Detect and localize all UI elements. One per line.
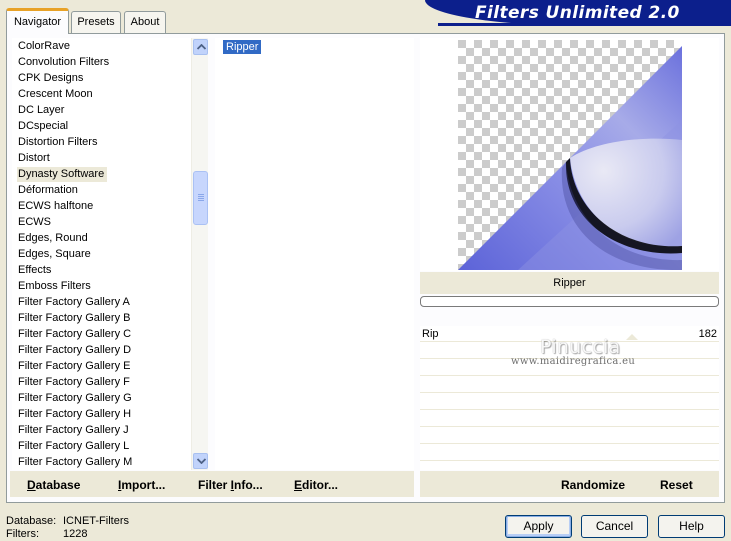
- watermark-name: Pinuccia: [540, 336, 621, 358]
- scroll-down-button[interactable]: [193, 453, 208, 469]
- filter-list[interactable]: Ripper: [215, 38, 414, 470]
- category-item[interactable]: Filter Factory Gallery H: [18, 407, 134, 422]
- filter-item-ripper[interactable]: Ripper: [223, 40, 262, 54]
- tab-presets[interactable]: Presets: [71, 11, 121, 33]
- scroll-thumb[interactable]: [193, 171, 208, 225]
- control-row-empty: [420, 445, 719, 461]
- category-item[interactable]: Distort: [18, 151, 53, 166]
- category-item[interactable]: Filter Factory Gallery M: [18, 455, 135, 470]
- status-database-label: Database:: [6, 515, 57, 527]
- editor-button[interactable]: Editor...: [294, 478, 338, 492]
- help-button[interactable]: Help: [658, 515, 725, 538]
- import-button[interactable]: Import...: [118, 478, 165, 492]
- control-row-empty: [420, 428, 719, 444]
- category-item[interactable]: ECWS halftone: [18, 199, 96, 214]
- status-filters: Filters: 1228: [6, 528, 87, 540]
- category-list[interactable]: ColorRave Convolution Filters CPK Designs C…: [12, 38, 192, 470]
- category-item[interactable]: Crescent Moon: [18, 87, 96, 102]
- preview-image: [458, 40, 682, 270]
- control-label: Rip: [422, 328, 439, 340]
- preview-area: [420, 38, 719, 271]
- database-button[interactable]: Database: [27, 478, 80, 492]
- category-item[interactable]: Dynasty Software: [17, 167, 108, 182]
- category-item[interactable]: Emboss Filters: [18, 279, 94, 294]
- category-item[interactable]: Convolution Filters: [18, 55, 112, 70]
- category-item[interactable]: ColorRave: [18, 39, 73, 54]
- category-item[interactable]: DC Layer: [18, 103, 67, 118]
- status-database-value: ICNET-Filters: [63, 515, 129, 527]
- category-item[interactable]: Filter Factory Gallery E: [18, 359, 133, 374]
- app-title: Filters Unlimited 2.0: [475, 3, 680, 23]
- randomize-button[interactable]: Randomize: [561, 478, 625, 492]
- tab-navigator[interactable]: Navigator: [6, 8, 69, 34]
- category-item[interactable]: Filter Factory Gallery C: [18, 327, 134, 342]
- filter-info-button[interactable]: Filter Info...: [198, 478, 263, 492]
- category-item[interactable]: Déformation: [18, 183, 81, 198]
- category-item[interactable]: CPK Designs: [18, 71, 86, 86]
- control-row-empty: [420, 411, 719, 427]
- cancel-button[interactable]: Cancel: [581, 515, 648, 538]
- scroll-up-button[interactable]: [193, 39, 208, 55]
- category-item[interactable]: Edges, Round: [18, 231, 91, 246]
- tab-about[interactable]: About: [124, 11, 166, 33]
- category-item[interactable]: Effects: [18, 263, 54, 278]
- status-database: Database: ICNET-Filters: [6, 515, 129, 527]
- reset-button[interactable]: Reset: [660, 478, 693, 492]
- chevron-up-icon: [197, 44, 206, 50]
- category-item[interactable]: Filter Factory Gallery G: [18, 391, 135, 406]
- filter-name-label: Ripper: [420, 272, 719, 294]
- category-item[interactable]: Filter Factory Gallery D: [18, 343, 134, 358]
- category-scrollbar[interactable]: [191, 38, 208, 470]
- chevron-down-icon: [197, 458, 206, 464]
- category-item[interactable]: Edges, Square: [18, 247, 94, 262]
- category-item[interactable]: Distortion Filters: [18, 135, 100, 150]
- category-item[interactable]: ECWS: [18, 215, 54, 230]
- status-filters-value: 1228: [63, 528, 88, 540]
- category-item[interactable]: DCspecial: [18, 119, 71, 134]
- category-item[interactable]: Filter Factory Gallery F: [18, 375, 133, 390]
- category-item[interactable]: Filter Factory Gallery A: [18, 295, 133, 310]
- watermark-url: www.maidiregrafica.eu: [511, 356, 636, 367]
- slider-marker: [626, 334, 638, 340]
- title-banner-underline: [438, 23, 731, 26]
- category-item[interactable]: Filter Factory Gallery B: [18, 311, 133, 326]
- status-filters-label: Filters:: [6, 528, 39, 540]
- control-row-empty: [420, 394, 719, 410]
- apply-button[interactable]: Apply: [505, 515, 572, 538]
- category-item[interactable]: Filter Factory Gallery L: [18, 439, 132, 454]
- control-value: 182: [698, 328, 717, 340]
- control-row-empty: [420, 377, 719, 393]
- progress-bar: [420, 296, 719, 307]
- category-item[interactable]: Filter Factory Gallery J: [18, 423, 132, 438]
